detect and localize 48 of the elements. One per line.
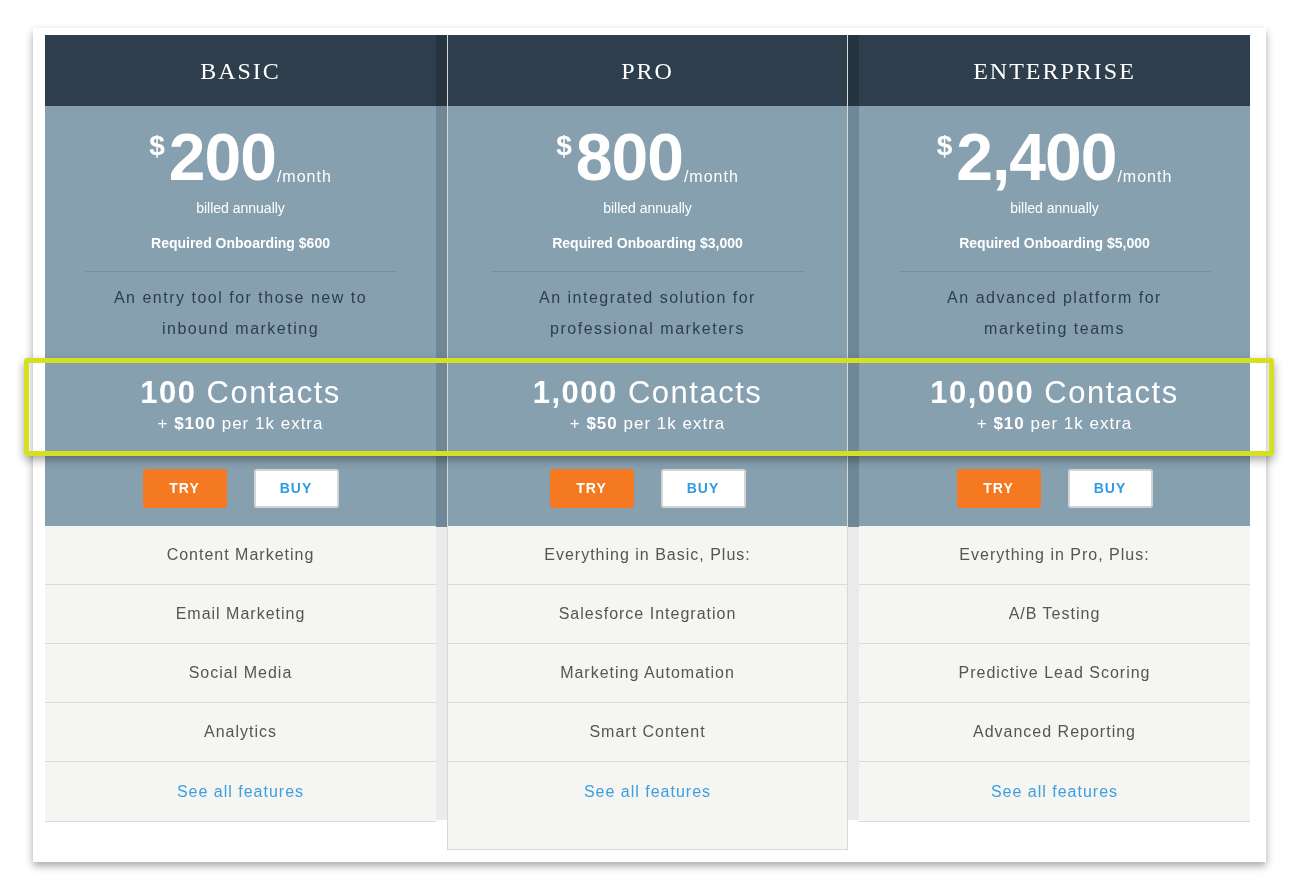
price-amount: 200 xyxy=(168,124,276,190)
price-period: /month xyxy=(276,167,332,187)
plan-name: ENTERPRISE xyxy=(973,56,1136,86)
currency-symbol: $ xyxy=(936,132,953,160)
feature-label: Content Marketing xyxy=(166,545,315,565)
currency-symbol: $ xyxy=(556,132,572,160)
plan-name: BASIC xyxy=(200,56,281,86)
try-button[interactable]: TRY xyxy=(142,469,227,508)
currency-symbol: $ xyxy=(149,132,165,160)
buy-button[interactable]: BUY xyxy=(253,469,339,508)
onboarding-note: Required Onboarding $3,000 xyxy=(552,234,743,253)
contacts-count: 100 Contacts xyxy=(140,377,341,409)
price-amount: 800 xyxy=(575,124,683,190)
try-button[interactable]: TRY xyxy=(549,469,634,508)
extra-contacts-price: + $50 per 1k extra xyxy=(569,413,726,436)
price-amount: 2,400 xyxy=(956,124,1117,190)
feature-label: Predictive Lead Scoring xyxy=(958,663,1151,683)
feature-label: Social Media xyxy=(188,663,293,683)
plan-description: An integrated solution for professional marketers xyxy=(538,288,757,339)
try-button[interactable]: TRY xyxy=(956,469,1041,508)
contacts-count: 1,000 Contacts xyxy=(532,377,763,409)
feature-label: Advanced Reporting xyxy=(973,722,1136,742)
buy-button[interactable]: BUY xyxy=(660,469,746,508)
feature-label: Everything in Pro, Plus: xyxy=(959,545,1150,565)
onboarding-note: Required Onboarding $5,000 xyxy=(959,234,1150,253)
billing-note: billed annually xyxy=(603,199,692,218)
plan-description: An advanced platform for marketing teams xyxy=(946,288,1163,339)
feature-label: Analytics xyxy=(204,722,277,742)
feature-label: Email Marketing xyxy=(175,604,306,624)
feature-label: Marketing Automation xyxy=(560,663,735,683)
price-period: /month xyxy=(683,167,739,187)
price-period: /month xyxy=(1117,167,1173,187)
see-all-features-link[interactable]: See all features xyxy=(990,779,1119,804)
extra-contacts-price: + $10 per 1k extra xyxy=(976,413,1133,436)
see-all-features-link[interactable]: See all features xyxy=(176,779,305,804)
plan-name: PRO xyxy=(621,56,674,86)
feature-label: Everything in Basic, Plus: xyxy=(544,545,751,565)
extra-contacts-price: + $100 per 1k extra xyxy=(157,413,324,436)
feature-label: A/B Testing xyxy=(1008,604,1101,624)
buy-button[interactable]: BUY xyxy=(1067,469,1153,508)
contacts-count: 10,000 Contacts xyxy=(930,377,1179,409)
billing-note: billed annually xyxy=(196,199,285,218)
see-all-features-link[interactable]: See all features xyxy=(583,779,712,804)
billing-note: billed annually xyxy=(1010,199,1099,218)
feature-label: Smart Content xyxy=(589,722,706,742)
feature-label: Salesforce Integration xyxy=(558,604,737,624)
plan-description: An entry tool for those new to inbound marketing xyxy=(112,288,369,339)
onboarding-note: Required Onboarding $600 xyxy=(151,234,330,253)
